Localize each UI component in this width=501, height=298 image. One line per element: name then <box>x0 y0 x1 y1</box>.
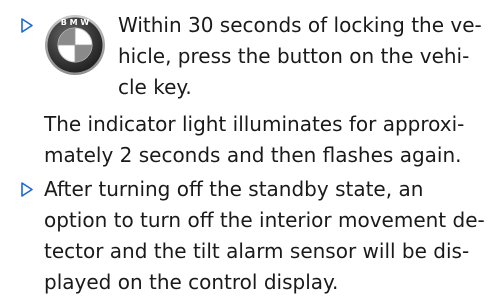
item-1-line-3: cle key. <box>118 75 192 99</box>
bullet-marker-1 <box>20 10 34 41</box>
item-2-text: The indicator light illuminates for appr… <box>44 109 464 171</box>
item-1-text: Within 30 seconds of locking the ve- hic… <box>118 10 482 103</box>
svg-text:B M W: B M W <box>61 18 90 27</box>
item-3-line-4: played on the control display. <box>44 270 339 294</box>
item-3-line-3: tector and the tilt alarm sensor will be… <box>44 239 470 263</box>
item-2-line-2: mately 2 seconds and then flashes again. <box>44 143 462 167</box>
item-1-line-2: hicle, press the button on the vehi- <box>118 44 470 68</box>
bmw-logo-icon: B M W <box>44 14 106 76</box>
item-3-line-2: option to turn off the interior movement… <box>44 208 485 232</box>
item-2-line-1: The indicator light illuminates for appr… <box>44 112 465 136</box>
item-1-line-1: Within 30 seconds of locking the ve- <box>118 13 482 37</box>
item-3-line-1: After turning off the standby state, an <box>44 177 424 201</box>
bullet-marker-2 <box>20 174 34 205</box>
item-3-text: After turning off the standby state, an … <box>44 174 485 298</box>
